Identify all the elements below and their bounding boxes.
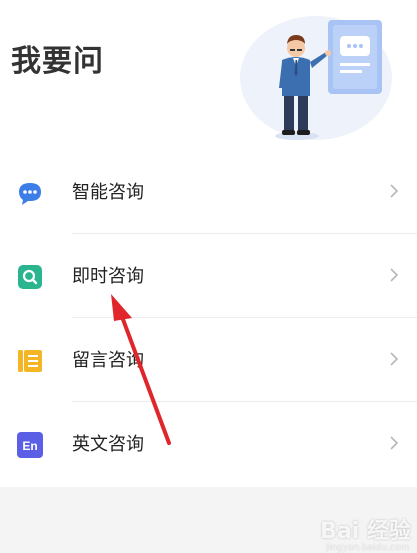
consult-menu: 智能咨询 即时咨询 留言咨询 En 英文咨询	[0, 150, 417, 486]
consultant-illustration	[240, 16, 392, 140]
watermark: Bai 经验	[320, 519, 411, 544]
page-title: 我要问	[11, 44, 104, 79]
chevron-right-icon	[390, 436, 399, 450]
menu-item-label: 英文咨询	[72, 434, 144, 455]
en-icon-text: En	[22, 439, 37, 453]
chat-bubble-icon	[19, 183, 41, 205]
menu-item-english-consult[interactable]: En 英文咨询	[0, 402, 417, 486]
menu-item-smart-consult[interactable]: 智能咨询	[0, 150, 417, 234]
menu-item-label: 即时咨询	[72, 266, 144, 287]
footer-area: Bai 经验 jingyan.baidu.com	[0, 487, 417, 553]
chevron-right-icon	[390, 268, 399, 282]
menu-item-instant-consult[interactable]: 即时咨询	[0, 234, 417, 318]
chevron-right-icon	[390, 352, 399, 366]
header: 我要问	[0, 0, 417, 150]
note-icon	[18, 350, 42, 372]
watermark-url: jingyan.baidu.com	[325, 543, 409, 553]
menu-item-message-consult[interactable]: 留言咨询	[0, 318, 417, 402]
chevron-right-icon	[390, 184, 399, 198]
search-window-icon	[18, 265, 42, 289]
menu-item-label: 智能咨询	[72, 182, 144, 203]
en-icon: En	[17, 432, 43, 458]
menu-item-label: 留言咨询	[72, 350, 144, 371]
